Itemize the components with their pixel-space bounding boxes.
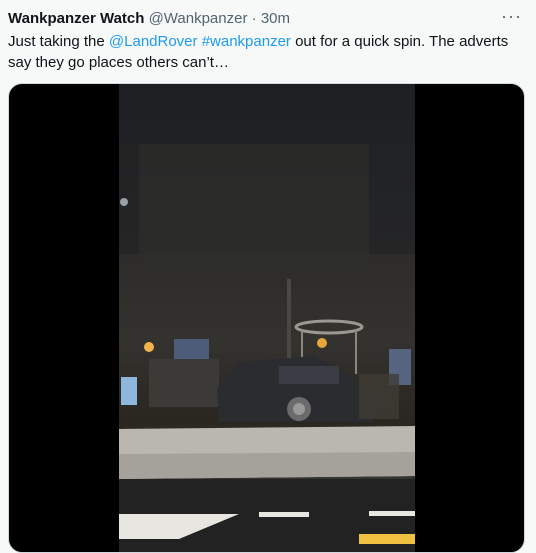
separator: · (251, 10, 257, 27)
tweet-header: Wankpanzer Watch @Wankpanzer · 30m (8, 9, 290, 29)
video-scene (119, 84, 415, 552)
more-options-icon[interactable]: ··· (501, 6, 522, 26)
mention-link[interactable]: @LandRover (109, 33, 198, 50)
author-handle[interactable]: @Wankpanzer (149, 10, 248, 27)
hashtag-link[interactable]: #wankpanzer (202, 33, 291, 50)
tweet-card[interactable]: Wankpanzer Watch @Wankpanzer · 30m ··· J… (0, 0, 536, 553)
tweet-text-start: Just taking the (8, 33, 109, 50)
tweet-text: Just taking the @LandRover #wankpanzer o… (8, 31, 523, 73)
video-frame[interactable] (119, 84, 415, 552)
video-player[interactable] (8, 83, 525, 553)
timestamp[interactable]: 30m (261, 10, 290, 27)
author-name[interactable]: Wankpanzer Watch (8, 10, 144, 27)
